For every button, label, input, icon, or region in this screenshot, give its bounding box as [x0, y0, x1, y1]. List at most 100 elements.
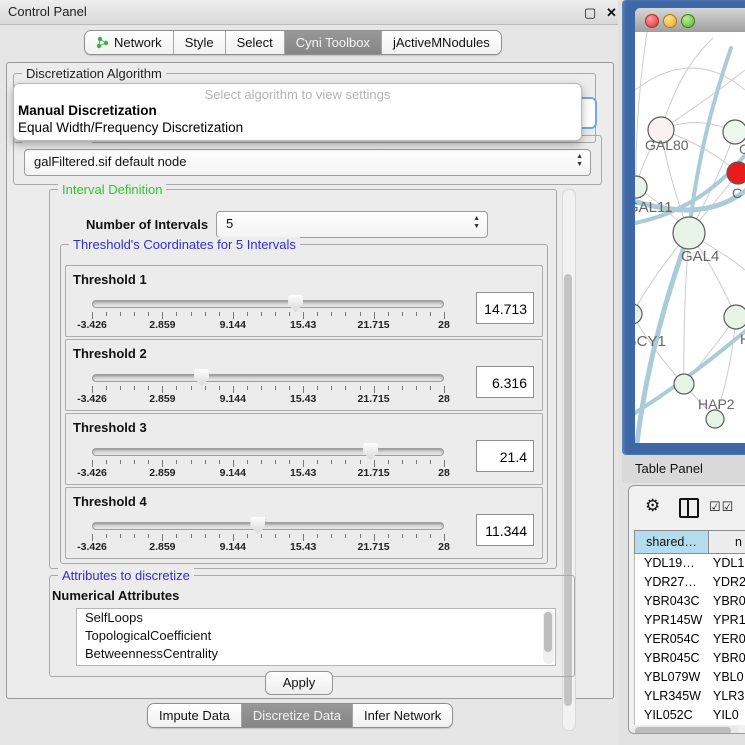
attributes-list-scrollbar[interactable]	[543, 610, 554, 664]
threshold-panel: Threshold 1-3.4262.8599.14415.4321.71528…	[65, 265, 543, 337]
popup-item-manual[interactable]: Manual Discretization	[18, 103, 157, 118]
tab-style[interactable]: Style	[173, 31, 225, 54]
tick-mark	[374, 460, 375, 467]
column-view-icon[interactable]	[679, 498, 699, 518]
tab-label: jActiveMNodules	[393, 35, 490, 50]
network-window-titlebar[interactable]	[635, 8, 745, 33]
label-red-partial: C	[732, 185, 742, 201]
node-bottom[interactable]	[706, 410, 724, 428]
cell-shared-name: YIL052C	[635, 706, 709, 725]
label-mid-right-partial: H	[740, 331, 745, 347]
tab-cyni-toolbox[interactable]: Cyni Toolbox	[284, 31, 381, 54]
list-item[interactable]: SelfLoops	[77, 609, 555, 627]
zoom-traffic-light[interactable]	[681, 14, 695, 28]
table-row[interactable]: YDL19…YDL1	[635, 554, 745, 573]
node-red[interactable]	[727, 162, 745, 184]
tick-mark	[205, 312, 206, 316]
slider-thumb[interactable]	[288, 295, 303, 312]
minimize-traffic-light[interactable]	[663, 14, 677, 28]
threshold-value-field[interactable]: 6.316	[476, 366, 534, 398]
tick-mark	[162, 534, 163, 541]
list-item[interactable]: TopologicalCoefficient	[77, 627, 555, 645]
tick-label: 21.715	[358, 467, 390, 479]
tick-mark	[120, 312, 121, 316]
tick-mark	[430, 386, 431, 390]
tick-mark	[191, 460, 192, 464]
threshold-value-field[interactable]: 21.4	[476, 440, 534, 472]
close-panel-icon[interactable]: ✕	[606, 5, 617, 21]
tick-mark	[261, 460, 262, 464]
slider-thumb[interactable]	[250, 517, 265, 534]
tick-mark	[331, 312, 332, 316]
table-row[interactable]: YBR043CYBR0	[635, 592, 745, 611]
tab-discretize-data[interactable]: Discretize Data	[241, 704, 352, 727]
tick-mark	[106, 386, 107, 390]
tick-label: 9.144	[220, 319, 246, 331]
tab-network[interactable]: Network	[85, 31, 173, 54]
threshold-value-field[interactable]: 11.344	[476, 514, 534, 546]
table-row[interactable]: YLR345WYLR3	[635, 687, 745, 706]
popup-item-equal-width[interactable]: Equal Width/Frequency Discretization	[18, 120, 243, 135]
table-horizontal-scrollbar[interactable]	[633, 726, 739, 734]
threshold-slider[interactable]: -3.4262.8599.14415.4321.71528	[92, 296, 444, 330]
node-mid-right[interactable]	[724, 305, 745, 329]
tick-mark	[176, 312, 177, 316]
tick-mark	[191, 534, 192, 538]
tick-mark	[191, 312, 192, 316]
slider-thumb[interactable]	[194, 369, 209, 386]
table-data-combo-value: galFiltered.sif default node	[34, 154, 186, 169]
cyni-toolbox-panel: Discretization Algorithm Select algorith…	[6, 62, 614, 699]
node-gal11[interactable]	[635, 176, 647, 198]
scrollbar-thumb[interactable]	[635, 727, 731, 734]
tick-mark	[317, 460, 318, 464]
checkbox-filter-icons[interactable]: ☑☑	[709, 499, 734, 515]
tab-impute-data[interactable]: Impute Data	[148, 704, 241, 727]
numerical-attributes-list[interactable]: SelfLoopsTopologicalCoefficientBetweenne…	[76, 608, 556, 666]
column-header-name[interactable]: n	[709, 531, 745, 553]
tick-mark	[289, 312, 290, 316]
table-row[interactable]: YBR045CYBR0	[635, 649, 745, 668]
combo-spinner-icon[interactable]: ▲▼	[576, 153, 583, 169]
column-header-shared-name[interactable]: shared…	[635, 531, 709, 553]
tick-mark	[176, 386, 177, 390]
threshold-slider[interactable]: -3.4262.8599.14415.4321.71528	[92, 444, 444, 478]
tick-mark	[374, 386, 375, 393]
scrollbar-thumb[interactable]	[544, 612, 552, 652]
table-row[interactable]: YPR145WYPR1	[635, 611, 745, 630]
tick-mark	[388, 312, 389, 316]
tick-mark	[134, 534, 135, 538]
node-gcy1[interactable]	[635, 304, 642, 324]
table-row[interactable]: YIL052CYIL0	[635, 706, 745, 725]
threshold-slider[interactable]: -3.4262.8599.14415.4321.71528	[92, 370, 444, 404]
gear-icon[interactable]: ⚙	[645, 496, 660, 516]
threshold-value-field[interactable]: 14.713	[476, 292, 534, 324]
tab-label: Network	[114, 35, 162, 50]
node-gal4[interactable]	[673, 217, 705, 249]
node-hap2[interactable]	[674, 374, 694, 394]
number-of-intervals-combo[interactable]: 5 ▲▼	[216, 211, 488, 238]
tab-select[interactable]: Select	[225, 31, 284, 54]
table-row[interactable]: YER054CYER0	[635, 630, 745, 649]
tick-mark	[162, 386, 163, 393]
tick-mark	[360, 460, 361, 464]
panel-title: Control Panel	[8, 4, 87, 19]
slider-thumb[interactable]	[363, 443, 378, 460]
tick-mark	[205, 386, 206, 390]
tab-infer-network[interactable]: Infer Network	[352, 704, 452, 727]
network-canvas[interactable]: GAL80 GA C GAL11 GAL4 GCY1 H HAP2	[635, 32, 745, 443]
cell-name: YDR2	[709, 573, 745, 592]
list-item[interactable]: BetweennessCentrality	[77, 645, 555, 663]
tab-label: Cyni Toolbox	[296, 35, 370, 50]
tick-mark	[402, 312, 403, 316]
table-row[interactable]: YBL079WYBL0	[635, 668, 745, 687]
table-row[interactable]: YDR27…YDR2	[635, 573, 745, 592]
close-traffic-light[interactable]	[645, 14, 659, 28]
table-data-combo[interactable]: galFiltered.sif default node ▲▼	[24, 149, 591, 176]
tab-jactivemnodules[interactable]: jActiveMNodules	[381, 31, 501, 54]
float-panel-icon[interactable]: ▢	[584, 5, 596, 21]
network-view-window[interactable]: GAL80 GA C GAL11 GAL4 GCY1 H HAP2	[622, 0, 745, 455]
combo-spinner-icon[interactable]: ▲▼	[473, 215, 480, 231]
tick-mark	[303, 534, 304, 541]
threshold-slider[interactable]: -3.4262.8599.14415.4321.71528	[92, 518, 444, 552]
apply-button[interactable]: Apply	[265, 671, 333, 695]
